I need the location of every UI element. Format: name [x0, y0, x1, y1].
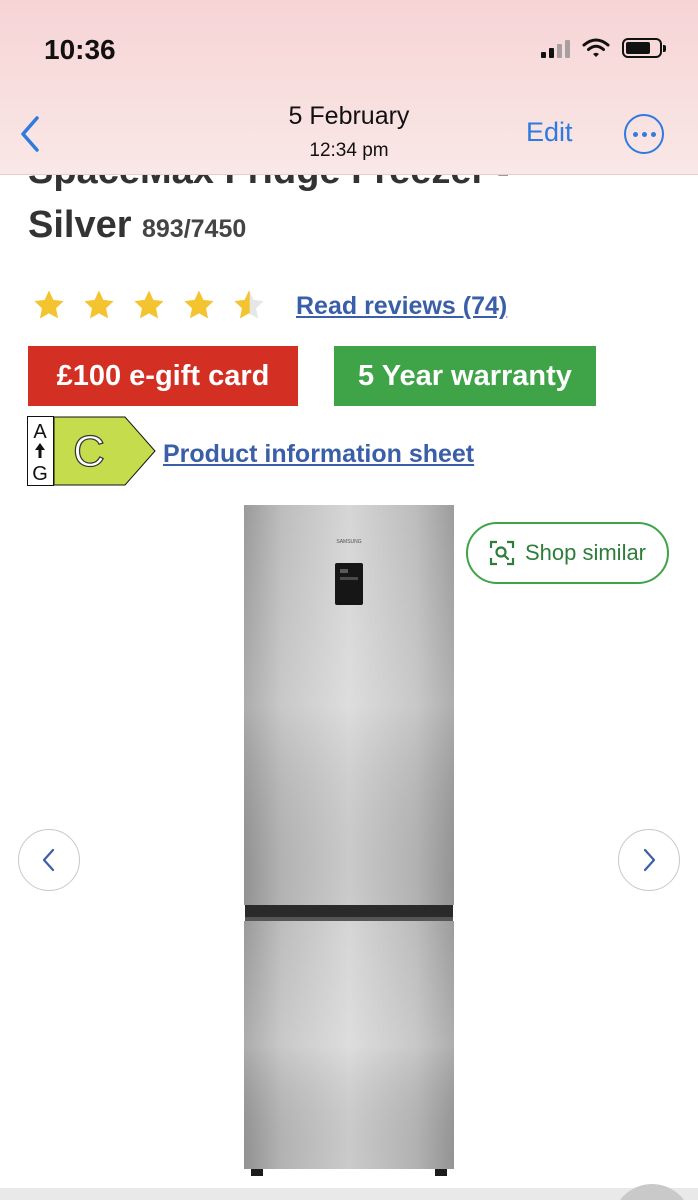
more-options-button[interactable]	[624, 114, 664, 154]
wifi-icon	[582, 38, 610, 57]
appliance-brand-logo: SAMSUNG	[336, 539, 361, 545]
product-image-fridge-freezer: SAMSUNG	[243, 505, 455, 1177]
carousel-next-button[interactable]	[618, 829, 680, 891]
status-icons	[541, 38, 666, 58]
energy-scale-top: A	[33, 421, 47, 443]
status-time: 10:36	[44, 34, 116, 65]
star-icon	[34, 290, 64, 319]
chevron-right-icon	[643, 848, 656, 872]
ellipsis-circle-icon	[632, 131, 638, 137]
star-rating	[32, 288, 266, 322]
photo-viewer-header: 10:36 5 February 12:34 pm Edit	[0, 0, 698, 175]
product-title-line2: Silver 893/7450	[28, 204, 246, 247]
shop-similar-button[interactable]: Shop similar	[466, 522, 669, 584]
carousel-previous-button[interactable]	[18, 829, 80, 891]
page-bottom-divider	[0, 1188, 698, 1200]
star-icon	[84, 290, 114, 319]
energy-scale-bottom: G	[32, 463, 48, 485]
battery-icon	[622, 38, 666, 58]
product-code: 893/7450	[141, 215, 247, 243]
gift-card-badge[interactable]: £100 e-gift card	[28, 346, 298, 406]
warranty-badge[interactable]: 5 Year warranty	[334, 346, 596, 406]
energy-class: C	[73, 427, 105, 476]
read-reviews-link[interactable]: Read reviews (74)	[296, 292, 507, 321]
chevron-left-icon	[42, 848, 55, 872]
star-icon	[134, 290, 164, 319]
battery-level	[626, 42, 650, 54]
energy-rating-label[interactable]: A G C	[27, 416, 157, 486]
half-star-icon	[234, 290, 264, 319]
cellular-signal-icon	[541, 38, 570, 58]
product-information-sheet-link[interactable]: Product information sheet	[163, 440, 474, 469]
product-title-colour: Silver	[28, 204, 132, 246]
photo-date: 5 February	[288, 102, 410, 130]
visual-search-icon	[489, 540, 515, 566]
shop-similar-label: Shop similar	[524, 540, 647, 565]
star-icon	[184, 290, 214, 319]
edit-button[interactable]: Edit	[526, 117, 573, 148]
photo-time: 12:34 pm	[309, 140, 389, 161]
